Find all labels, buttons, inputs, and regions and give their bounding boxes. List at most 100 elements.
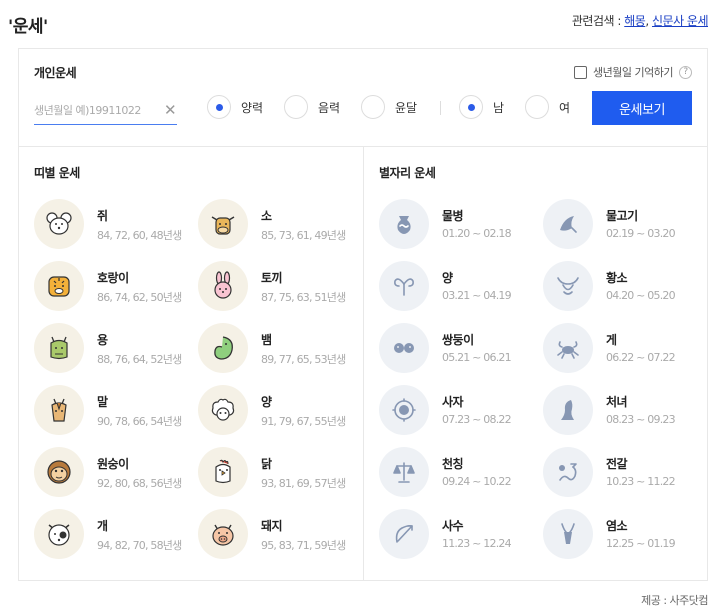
radio-dot-solar[interactable] <box>207 95 231 119</box>
capricorn-icon[interactable] <box>543 509 593 559</box>
zodiac-name[interactable]: 개 <box>97 517 108 534</box>
tiger-icon[interactable] <box>34 261 84 311</box>
view-fortune-button[interactable]: 운세보기 <box>592 91 692 125</box>
constellation-item[interactable]: 전갈 10.23 ~ 11.22 <box>543 447 708 501</box>
aries-icon[interactable] <box>379 261 429 311</box>
zodiac-item[interactable]: 토끼 87, 75, 63, 51년생 <box>198 261 363 315</box>
rooster-icon[interactable] <box>198 447 248 497</box>
zodiac-item[interactable]: 말 90, 78, 66, 54년생 <box>34 385 199 439</box>
constellation-item[interactable]: 쌍둥이 05.21 ~ 06.21 <box>379 323 544 377</box>
constellation-item[interactable]: 양 03.21 ~ 04.19 <box>379 261 544 315</box>
constellation-name[interactable]: 사수 <box>442 517 464 534</box>
horse-icon[interactable] <box>34 385 84 435</box>
zodiac-item[interactable]: 소 85, 73, 61, 49년생 <box>198 199 363 253</box>
zodiac-item[interactable]: 개 94, 82, 70, 58년생 <box>34 509 199 563</box>
zodiac-item[interactable]: 원숭이 92, 80, 68, 56년생 <box>34 447 199 501</box>
zodiac-name[interactable]: 소 <box>261 207 272 224</box>
zodiac-name[interactable]: 토끼 <box>261 269 283 286</box>
constellation-name[interactable]: 황소 <box>606 269 628 286</box>
radio-female[interactable]: 여 <box>525 95 570 119</box>
virgo-icon[interactable] <box>543 385 593 435</box>
zodiac-item[interactable]: 양 91, 79, 67, 55년생 <box>198 385 363 439</box>
taurus-icon[interactable] <box>543 261 593 311</box>
zodiac-item[interactable]: 호랑이 86, 74, 62, 50년생 <box>34 261 199 315</box>
related-link-newspaper[interactable]: 신문사 운세 <box>652 14 709 28</box>
remember-birth-toggle[interactable]: 생년월일 기억하기 ? <box>574 64 692 80</box>
zodiac-years: 94, 82, 70, 58년생 <box>97 539 182 552</box>
monkey-icon[interactable] <box>34 447 84 497</box>
sheep-icon[interactable] <box>198 385 248 435</box>
gemini-icon[interactable] <box>379 323 429 373</box>
clear-icon[interactable]: ✕ <box>164 101 177 119</box>
constellation-name[interactable]: 쌍둥이 <box>442 331 474 348</box>
related-label: 관련검색 : <box>571 14 622 28</box>
radio-lunar[interactable]: 음력 <box>284 95 340 119</box>
dog-icon[interactable] <box>34 509 84 559</box>
constellation-name[interactable]: 물병 <box>442 207 464 224</box>
remember-checkbox[interactable] <box>574 65 588 79</box>
zodiac-name[interactable]: 양 <box>261 393 272 410</box>
radio-dot-leap[interactable] <box>361 95 385 119</box>
zodiac-name[interactable]: 돼지 <box>261 517 283 534</box>
radio-dot-lunar[interactable] <box>284 95 308 119</box>
zodiac-name[interactable]: 쥐 <box>97 207 108 224</box>
pig-icon[interactable] <box>198 509 248 559</box>
ox-icon[interactable] <box>198 199 248 249</box>
constellation-item[interactable]: 물병 01.20 ~ 02.18 <box>379 199 544 253</box>
constellation-name[interactable]: 염소 <box>606 517 628 534</box>
constellation-name[interactable]: 사자 <box>442 393 464 410</box>
zodiac-fortune-section: 띠별 운세 쥐 84, 72, 60, 48년생 소 85, 73, 61, 49년생… <box>19 147 364 581</box>
rabbit-icon[interactable] <box>198 261 248 311</box>
radio-male[interactable]: 남 <box>459 95 504 119</box>
cancer-icon[interactable] <box>543 323 593 373</box>
zodiac-name[interactable]: 뱀 <box>261 331 272 348</box>
zodiac-item[interactable]: 쥐 84, 72, 60, 48년생 <box>34 199 199 253</box>
sagittarius-icon[interactable] <box>379 509 429 559</box>
zodiac-item[interactable]: 돼지 95, 83, 71, 59년생 <box>198 509 363 563</box>
constellation-title: 별자리 운세 <box>379 166 436 180</box>
constellation-item[interactable]: 사자 07.23 ~ 08.22 <box>379 385 544 439</box>
radio-dot-female[interactable] <box>525 95 549 119</box>
dragon-icon[interactable] <box>34 323 84 373</box>
constellation-item[interactable]: 사수 11.23 ~ 12.24 <box>379 509 544 563</box>
constellation-item[interactable]: 염소 12.25 ~ 01.19 <box>543 509 708 563</box>
leo-icon[interactable] <box>379 385 429 435</box>
zodiac-name[interactable]: 원숭이 <box>97 455 129 472</box>
zodiac-name[interactable]: 용 <box>97 331 108 348</box>
constellation-name[interactable]: 양 <box>442 269 453 286</box>
zodiac-item[interactable]: 닭 93, 81, 69, 57년생 <box>198 447 363 501</box>
snake-icon[interactable] <box>198 323 248 373</box>
constellation-item[interactable]: 처녀 08.23 ~ 09.23 <box>543 385 708 439</box>
personal-fortune-title: 개인운세 <box>34 66 77 80</box>
constellation-dates: 01.20 ~ 02.18 <box>442 227 512 240</box>
aquarius-icon[interactable] <box>379 199 429 249</box>
zodiac-name[interactable]: 호랑이 <box>97 269 129 286</box>
constellation-name[interactable]: 천칭 <box>442 455 464 472</box>
radio-dot-male[interactable] <box>459 95 483 119</box>
related-link-dream[interactable]: 해몽 <box>624 14 646 28</box>
constellation-item[interactable]: 물고기 02.19 ~ 03.20 <box>543 199 708 253</box>
constellation-item[interactable]: 천칭 09.24 ~ 10.22 <box>379 447 544 501</box>
radio-label-leap: 윤달 <box>395 100 418 115</box>
libra-icon[interactable] <box>379 447 429 497</box>
zodiac-name[interactable]: 닭 <box>261 455 272 472</box>
constellation-name[interactable]: 게 <box>606 331 617 348</box>
scorpio-icon[interactable] <box>543 447 593 497</box>
zodiac-years: 91, 79, 67, 55년생 <box>261 415 346 428</box>
zodiac-item[interactable]: 용 88, 76, 64, 52년생 <box>34 323 199 377</box>
zodiac-item[interactable]: 뱀 89, 77, 65, 53년생 <box>198 323 363 377</box>
constellation-name[interactable]: 처녀 <box>606 393 628 410</box>
pisces-icon[interactable] <box>543 199 593 249</box>
radio-leap[interactable]: 윤달 <box>361 95 417 119</box>
constellation-name[interactable]: 전갈 <box>606 455 628 472</box>
zodiac-name[interactable]: 말 <box>97 393 108 410</box>
radio-separator <box>440 101 441 115</box>
constellation-item[interactable]: 게 06.22 ~ 07.22 <box>543 323 708 377</box>
radio-solar[interactable]: 양력 <box>207 95 263 119</box>
birth-date-input[interactable] <box>34 97 177 125</box>
constellation-dates: 05.21 ~ 06.21 <box>442 351 512 364</box>
constellation-name[interactable]: 물고기 <box>606 207 638 224</box>
rat-icon[interactable] <box>34 199 84 249</box>
help-icon[interactable]: ? <box>679 65 692 79</box>
constellation-item[interactable]: 황소 04.20 ~ 05.20 <box>543 261 708 315</box>
